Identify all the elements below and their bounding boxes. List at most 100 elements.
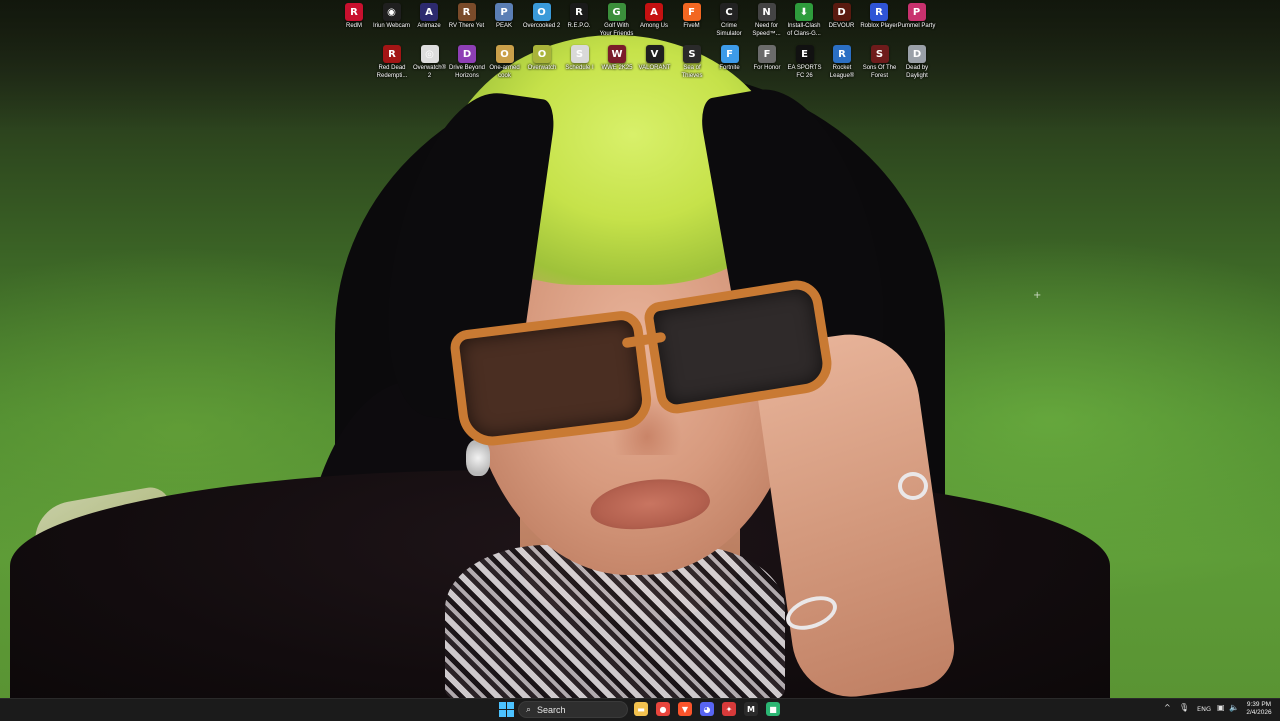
language-indicator[interactable]: ENG xyxy=(1197,705,1211,713)
desktop-shortcut[interactable]: D Dead by Daylight xyxy=(898,45,936,80)
desktop-shortcut[interactable]: R RedM xyxy=(335,3,373,31)
app-green-icon[interactable]: ■ xyxy=(766,702,780,716)
overcooked-2-icon: O xyxy=(532,3,551,21)
red-dead-redemption-icon: R xyxy=(383,45,401,63)
desktop-shortcut[interactable]: D DEVOUR xyxy=(823,3,861,31)
desktop-shortcut[interactable]: O Overcooked 2 xyxy=(523,3,561,31)
search-icon: ⌕ xyxy=(526,704,532,715)
desktop-shortcut-label: Sons Of The Forest xyxy=(862,65,897,79)
desktop-shortcut[interactable]: D Drive Beyond Horizons xyxy=(448,45,486,80)
desktop-shortcut-label: RV There Yet xyxy=(448,23,485,29)
rv-there-yet-icon: R xyxy=(457,3,476,21)
windows-logo-icon xyxy=(499,710,506,717)
desktop-shortcut-label: DEVOUR xyxy=(828,23,855,29)
crime-simulator-icon: C xyxy=(720,3,738,21)
desktop-shortcut-label: Install-Clash of Clans-G... xyxy=(787,23,821,37)
wallpaper-earring xyxy=(466,440,490,476)
desktop-shortcut-label: For Honor xyxy=(753,65,781,71)
desktop-shortcut[interactable]: ◎ Overwatch® 2 xyxy=(411,45,449,80)
desktop-shortcut[interactable]: A Animaze xyxy=(410,3,448,31)
desktop-shortcut[interactable]: W WWE 2K25 xyxy=(598,45,636,73)
desktop-shortcut[interactable]: O One-armed cook xyxy=(486,45,524,80)
mouse-cursor-icon: + xyxy=(1033,290,1042,301)
overwatch-icon: O xyxy=(533,45,551,63)
sons-of-the-forest-icon: S xyxy=(870,45,889,63)
sea-of-thieves-icon: S xyxy=(683,45,701,63)
desktop-shortcut-label: Need for Speed™... xyxy=(752,23,781,37)
desktop-shortcut[interactable]: O Overwatch xyxy=(523,45,561,73)
windows-logo-icon xyxy=(507,710,514,717)
pummel-party-icon: P xyxy=(907,3,926,21)
desktop-shortcut-label: WWE 2K25 xyxy=(601,65,633,71)
desktop-shortcut[interactable]: F For Honor xyxy=(748,45,786,73)
clock-time: 9:39 PM xyxy=(1246,701,1272,708)
desktop-shortcut[interactable]: A Among Us xyxy=(635,3,673,31)
desktop-shortcut[interactable]: ◉ Iriun Webcam xyxy=(373,3,411,31)
redm-icon: R xyxy=(345,3,363,21)
desktop-shortcut[interactable]: V VALORANT xyxy=(636,45,674,73)
desktop-wallpaper xyxy=(0,0,1280,698)
desktop-shortcut[interactable]: P Pummel Party xyxy=(898,3,936,31)
volume-icon[interactable]: 🔈 xyxy=(1229,703,1239,712)
desktop-shortcut[interactable]: F FiveM xyxy=(673,3,711,31)
taskbar-search-box[interactable]: ⌕ Search xyxy=(518,701,628,718)
install-clash-of-clans-icon: ⬇ xyxy=(795,3,813,21)
devour-icon: D xyxy=(832,3,851,21)
desktop-shortcut-label: PEAK xyxy=(495,23,512,29)
file-explorer-icon[interactable]: ▬ xyxy=(634,702,648,716)
desktop-shortcut[interactable]: R Red Dead Redempti... xyxy=(373,45,411,80)
dead-by-daylight-icon: D xyxy=(908,45,926,63)
valorant-icon: V xyxy=(645,45,664,63)
desktop-shortcut-label: Among Us xyxy=(639,23,668,29)
windows-logo-icon xyxy=(507,702,514,709)
desktop-shortcut-label: Fortnite xyxy=(719,65,740,71)
desktop-shortcut-label: Animaze xyxy=(417,23,441,29)
chrome-icon[interactable]: ● xyxy=(656,702,670,716)
desktop-shortcut-label: Drive Beyond Horizons xyxy=(448,65,486,79)
show-hidden-icons-chevron-icon[interactable]: ^ xyxy=(1164,703,1171,712)
desktop-shortcut[interactable]: R Roblox Player xyxy=(860,3,898,31)
desktop-shortcut-label: EA SPORTS FC 26 xyxy=(787,65,822,79)
desktop-shortcut[interactable]: F Fortnite xyxy=(711,45,749,73)
desktop-shortcut-label: R.E.P.O. xyxy=(567,23,591,29)
brave-icon[interactable]: ▼ xyxy=(678,702,692,716)
desktop-shortcut-label: Overcooked 2 xyxy=(522,23,561,29)
desktop-shortcut-label: Crime Simulator xyxy=(716,23,742,37)
network-icon[interactable]: ▣ xyxy=(1217,703,1225,712)
microphone-icon[interactable]: 🎙 xyxy=(1179,703,1189,712)
desktop-shortcut-label: Golf With Your Friends xyxy=(599,23,634,37)
desktop-shortcut[interactable]: R Rocket League® xyxy=(823,45,861,80)
desktop-shortcut[interactable]: N Need for Speed™... xyxy=(748,3,786,38)
desktop-shortcut[interactable]: G Golf With Your Friends xyxy=(598,3,636,38)
desktop-shortcut[interactable]: S Sons Of The Forest xyxy=(861,45,899,80)
desktop-shortcut[interactable]: S Schedule I xyxy=(561,45,599,73)
desktop-shortcut[interactable]: E EA SPORTS FC 26 xyxy=(786,45,824,80)
roblox-player-icon: R xyxy=(870,3,888,21)
desktop-shortcut-label: Pummel Party xyxy=(897,23,936,29)
desktop-shortcut-label: RedM xyxy=(345,23,362,29)
fivem-icon: F xyxy=(682,3,701,21)
desktop-shortcut[interactable]: C Crime Simulator xyxy=(710,3,748,38)
desktop-shortcut-label: FiveM xyxy=(683,23,700,29)
need-for-speed-icon: N xyxy=(757,3,776,21)
desktop-shortcut-label: One-armed cook xyxy=(489,65,520,79)
clock-date: 2/4/2026 xyxy=(1246,709,1272,716)
desktop-shortcut-label: Iriun Webcam xyxy=(373,23,410,29)
start-button[interactable] xyxy=(499,702,514,717)
windows-logo-icon xyxy=(499,702,506,709)
desktop-shortcut[interactable]: R RV There Yet xyxy=(448,3,486,31)
one-armed-cook-icon: O xyxy=(495,45,514,63)
desktop-shortcut[interactable]: P PEAK xyxy=(485,3,523,31)
desktop-shortcut-label: Sea of Thieves xyxy=(681,65,703,79)
overwatch-2-icon: ◎ xyxy=(420,45,439,63)
taskbar-clock[interactable]: 9:39 PM 2/4/2026 xyxy=(1242,701,1276,717)
capcut-icon[interactable]: M xyxy=(744,702,758,716)
for-honor-icon: F xyxy=(758,45,776,63)
desktop-shortcut[interactable]: R R.E.P.O. xyxy=(560,3,598,31)
taskbar: ⌕ Search ▬ ● ▼ ◕ ✦ M ■ ^ 🎙 ENG ▣ 🔈 9:39 PM 2/4… xyxy=(0,698,1280,721)
app-red-icon[interactable]: ✦ xyxy=(722,702,736,716)
discord-icon[interactable]: ◕ xyxy=(700,702,714,716)
desktop-shortcut[interactable]: S Sea of Thieves xyxy=(673,45,711,80)
desktop-shortcut[interactable]: ⬇ Install-Clash of Clans-G... xyxy=(785,3,823,38)
desktop-shortcut-label: Schedule I xyxy=(565,65,594,71)
